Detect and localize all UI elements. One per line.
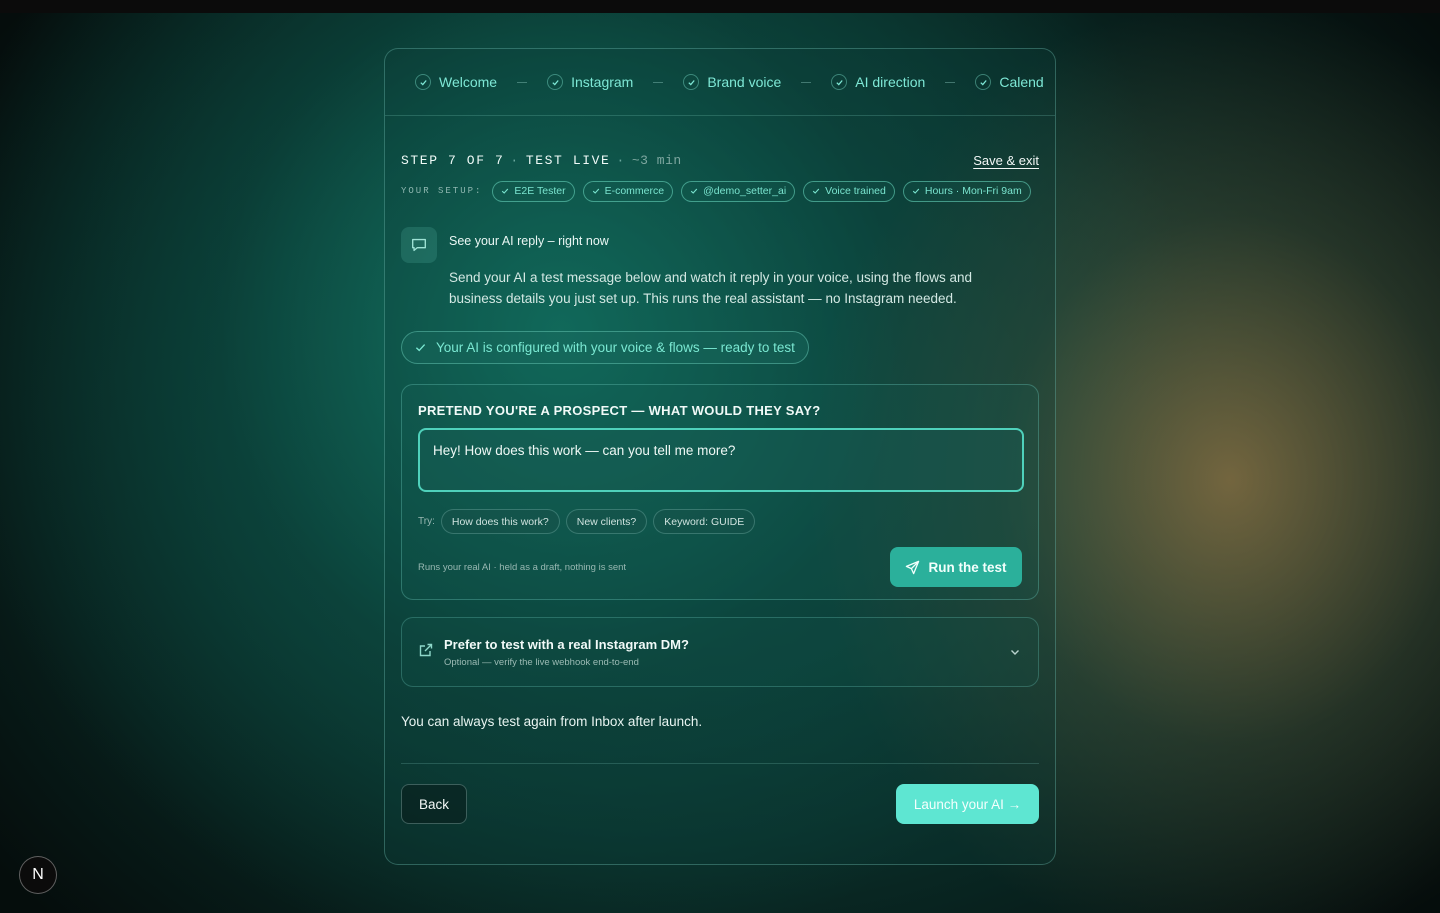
chip-label: Hours · Mon-Fri 9am	[924, 185, 1022, 197]
back-button[interactable]: Back	[401, 784, 467, 824]
intro-section: See your AI reply – right now Send your …	[401, 227, 1039, 309]
chip-label: E-commerce	[604, 185, 665, 197]
check-icon	[415, 74, 431, 90]
instagram-dm-accordion[interactable]: Prefer to test with a real Instagram DM?…	[401, 617, 1039, 687]
step-welcome[interactable]: Welcome	[415, 74, 497, 90]
check-icon	[831, 74, 848, 90]
inbox-note: You can always test again from Inbox aft…	[401, 714, 703, 729]
intro-description: Send your AI a test message below and wa…	[449, 270, 973, 306]
chip-label: E2E Tester	[514, 185, 566, 197]
test-message-input[interactable]	[418, 428, 1024, 492]
check-icon	[415, 344, 426, 352]
check-icon	[683, 74, 700, 90]
prospect-panel: PRETEND YOU'RE A PROSPECT — WHAT WOULD T…	[401, 384, 1039, 600]
divider	[401, 763, 1039, 764]
separator-dot: ·	[616, 152, 626, 168]
step-separator	[945, 81, 956, 83]
external-link-icon	[418, 642, 434, 663]
ready-status-badge: Your AI is configured with your voice & …	[401, 331, 809, 364]
setup-label: YOUR SETUP:	[401, 186, 483, 196]
chip-label: Voice trained	[825, 185, 886, 197]
check-icon	[912, 188, 920, 194]
run-row: Runs your real AI · held as a draft, not…	[418, 547, 1022, 587]
stepper: Welcome Instagram Brand voice AI directi…	[385, 49, 1055, 116]
dm-subtitle: Optional — verify the live webhook end-t…	[444, 656, 639, 668]
check-icon	[690, 188, 698, 194]
send-icon	[906, 560, 920, 574]
step-time: ~3 min	[631, 152, 682, 168]
chevron-down-icon	[1009, 645, 1021, 663]
check-icon	[812, 188, 820, 194]
save-exit-link[interactable]: Save & exit	[973, 153, 1039, 168]
check-icon	[502, 188, 509, 194]
step-separator	[801, 81, 812, 83]
chip-label: @demo_setter_ai	[703, 185, 787, 197]
run-test-button[interactable]: Run the test	[890, 547, 1022, 587]
step-header: STEP 7 OF 7 · TEST LIVE · ~3 min Save & exit	[401, 151, 1039, 169]
dm-title: Prefer to test with a real Instagram DM?	[444, 636, 689, 652]
step-calendar[interactable]: Calend	[975, 74, 1044, 90]
step-label: AI direction	[855, 74, 926, 90]
launch-button[interactable]: Launch your AI →	[896, 784, 1039, 824]
prospect-heading: PRETEND YOU'RE A PROSPECT — WHAT WOULD T…	[418, 403, 821, 418]
try-label: Try:	[418, 516, 435, 527]
setup-chip: @demo_setter_ai	[681, 180, 796, 202]
step-separator	[517, 81, 528, 83]
step-count: STEP 7 OF 7	[401, 152, 505, 168]
step-name: TEST LIVE	[525, 152, 611, 168]
suggestion-row: Try: How does this work? New clients? Ke…	[418, 509, 1022, 534]
setup-chip: E-commerce	[582, 180, 674, 202]
run-note: Runs your real AI · held as a draft, not…	[418, 561, 627, 573]
suggestion-chip[interactable]: Keyword: GUIDE	[653, 509, 756, 534]
step-label: Instagram	[571, 74, 634, 90]
setup-chip: Hours · Mon-Fri 9am	[902, 180, 1031, 202]
setup-chip: E2E Tester	[492, 180, 575, 202]
intro-title: See your AI reply – right now	[449, 234, 609, 248]
next-dev-badge[interactable]: N	[19, 856, 57, 894]
step-label: Calend	[999, 74, 1044, 90]
setup-summary: YOUR SETUP: E2E Tester E-commerce @demo_…	[401, 180, 1039, 202]
step-brand-voice[interactable]: Brand voice	[683, 74, 781, 90]
step-indicator: STEP 7 OF 7 · TEST LIVE · ~3 min	[401, 153, 682, 168]
step-instagram[interactable]: Instagram	[547, 74, 633, 90]
step-label: Welcome	[439, 74, 498, 90]
check-icon	[592, 188, 599, 194]
check-icon	[975, 74, 992, 90]
run-test-label: Run the test	[928, 559, 1007, 575]
onboarding-card: Welcome Instagram Brand voice AI directi…	[384, 48, 1056, 865]
check-icon	[547, 74, 564, 90]
ready-text: Your AI is configured with your voice & …	[436, 340, 795, 355]
step-separator	[653, 81, 664, 83]
setup-chip: Voice trained	[803, 180, 895, 202]
chat-bubble-icon	[401, 227, 437, 263]
step-label: Brand voice	[707, 74, 782, 90]
footer-actions: Back Launch your AI →	[401, 784, 1039, 824]
suggestion-chip[interactable]: How does this work?	[440, 509, 560, 534]
separator-dot: ·	[510, 152, 520, 168]
suggestion-chip[interactable]: New clients?	[565, 509, 648, 534]
top-bar	[0, 0, 1440, 13]
step-ai-direction[interactable]: AI direction	[831, 74, 925, 90]
